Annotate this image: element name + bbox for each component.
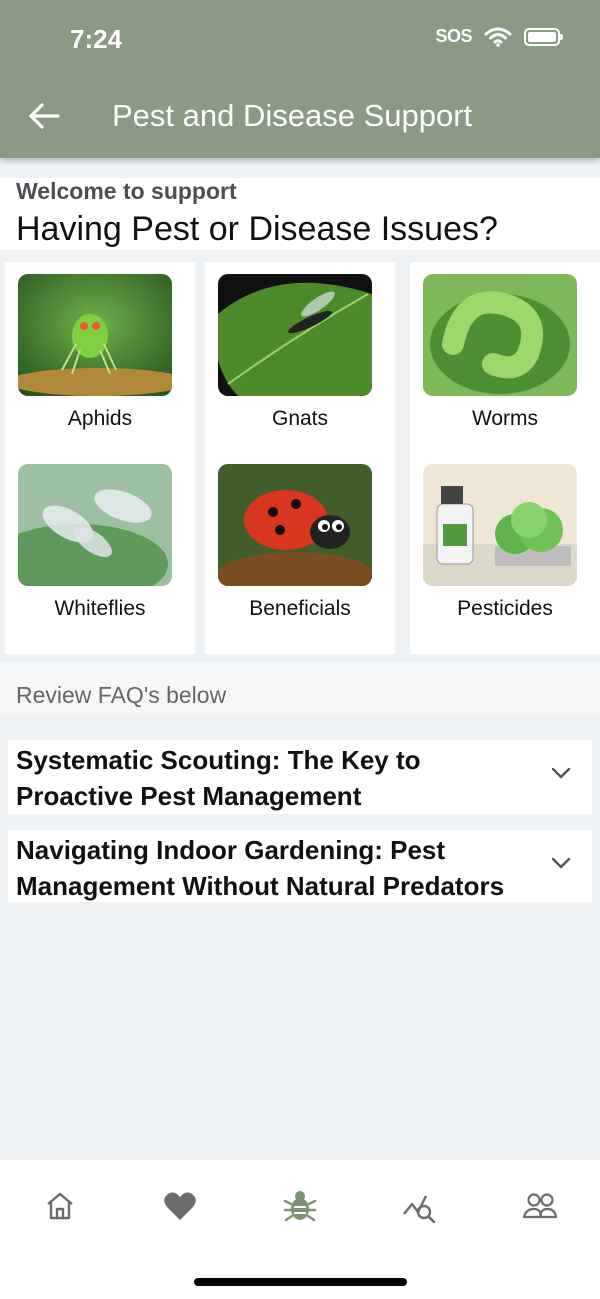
category-column: Worms Pesticides <box>410 262 600 654</box>
home-indicator <box>194 1278 407 1286</box>
back-arrow-icon[interactable] <box>24 96 64 136</box>
gnats-image <box>218 274 372 396</box>
status-icons: SOS <box>435 26 563 47</box>
whiteflies-image <box>18 464 172 586</box>
page-title: Pest and Disease Support <box>112 98 473 133</box>
faq-heading-section: Review FAQ's below <box>0 662 600 716</box>
bug-icon[interactable] <box>280 1186 320 1226</box>
category-column: Aphids Whiteflies <box>5 262 195 654</box>
beneficials-image <box>218 464 372 586</box>
chart-search-icon[interactable] <box>400 1186 440 1226</box>
app-header: 7:24 SOS Pest and Disease Support <box>0 0 600 158</box>
users-icon[interactable] <box>520 1186 560 1226</box>
category-gnats[interactable]: Gnats <box>205 262 395 452</box>
heart-icon[interactable] <box>160 1186 200 1226</box>
category-label: Aphids <box>67 407 133 430</box>
category-worms[interactable]: Worms <box>410 262 600 452</box>
category-whiteflies[interactable]: Whiteflies <box>5 452 195 642</box>
status-time: 7:24 <box>70 24 123 54</box>
faq-item-title: Systematic Scouting: The Key to Proactiv… <box>16 745 421 811</box>
pesticides-image <box>423 464 577 586</box>
category-label: Worms <box>471 407 539 430</box>
category-label: Whiteflies <box>54 597 146 620</box>
wifi-icon <box>484 27 512 47</box>
welcome-heading: Having Pest or Disease Issues? <box>16 210 498 248</box>
category-aphids[interactable]: Aphids <box>5 262 195 452</box>
category-label: Gnats <box>271 407 329 430</box>
category-label: Pesticides <box>457 597 553 620</box>
faq-item[interactable]: Systematic Scouting: The Key to Proactiv… <box>8 740 592 814</box>
aphids-image <box>18 274 172 396</box>
home-icon[interactable] <box>40 1186 80 1226</box>
welcome-section: Welcome to support Having Pest or Diseas… <box>0 178 600 250</box>
worms-image <box>423 274 577 396</box>
category-column: Gnats Beneficials <box>205 262 395 654</box>
welcome-subtitle: Welcome to support <box>16 178 237 204</box>
chevron-down-icon <box>551 857 571 869</box>
category-label: Beneficials <box>249 597 351 620</box>
chevron-down-icon <box>551 767 571 779</box>
battery-icon <box>524 27 563 46</box>
category-grid: Aphids Whiteflies Gnats Beneficials Worm… <box>0 262 600 654</box>
category-beneficials[interactable]: Beneficials <box>205 452 395 642</box>
sos-indicator: SOS <box>435 26 472 46</box>
faq-heading: Review FAQ's below <box>16 682 227 708</box>
category-pesticides[interactable]: Pesticides <box>410 452 600 642</box>
faq-item-title: Navigating Indoor Gardening: Pest Manage… <box>16 835 505 901</box>
faq-item[interactable]: Navigating Indoor Gardening: Pest Manage… <box>8 830 592 902</box>
